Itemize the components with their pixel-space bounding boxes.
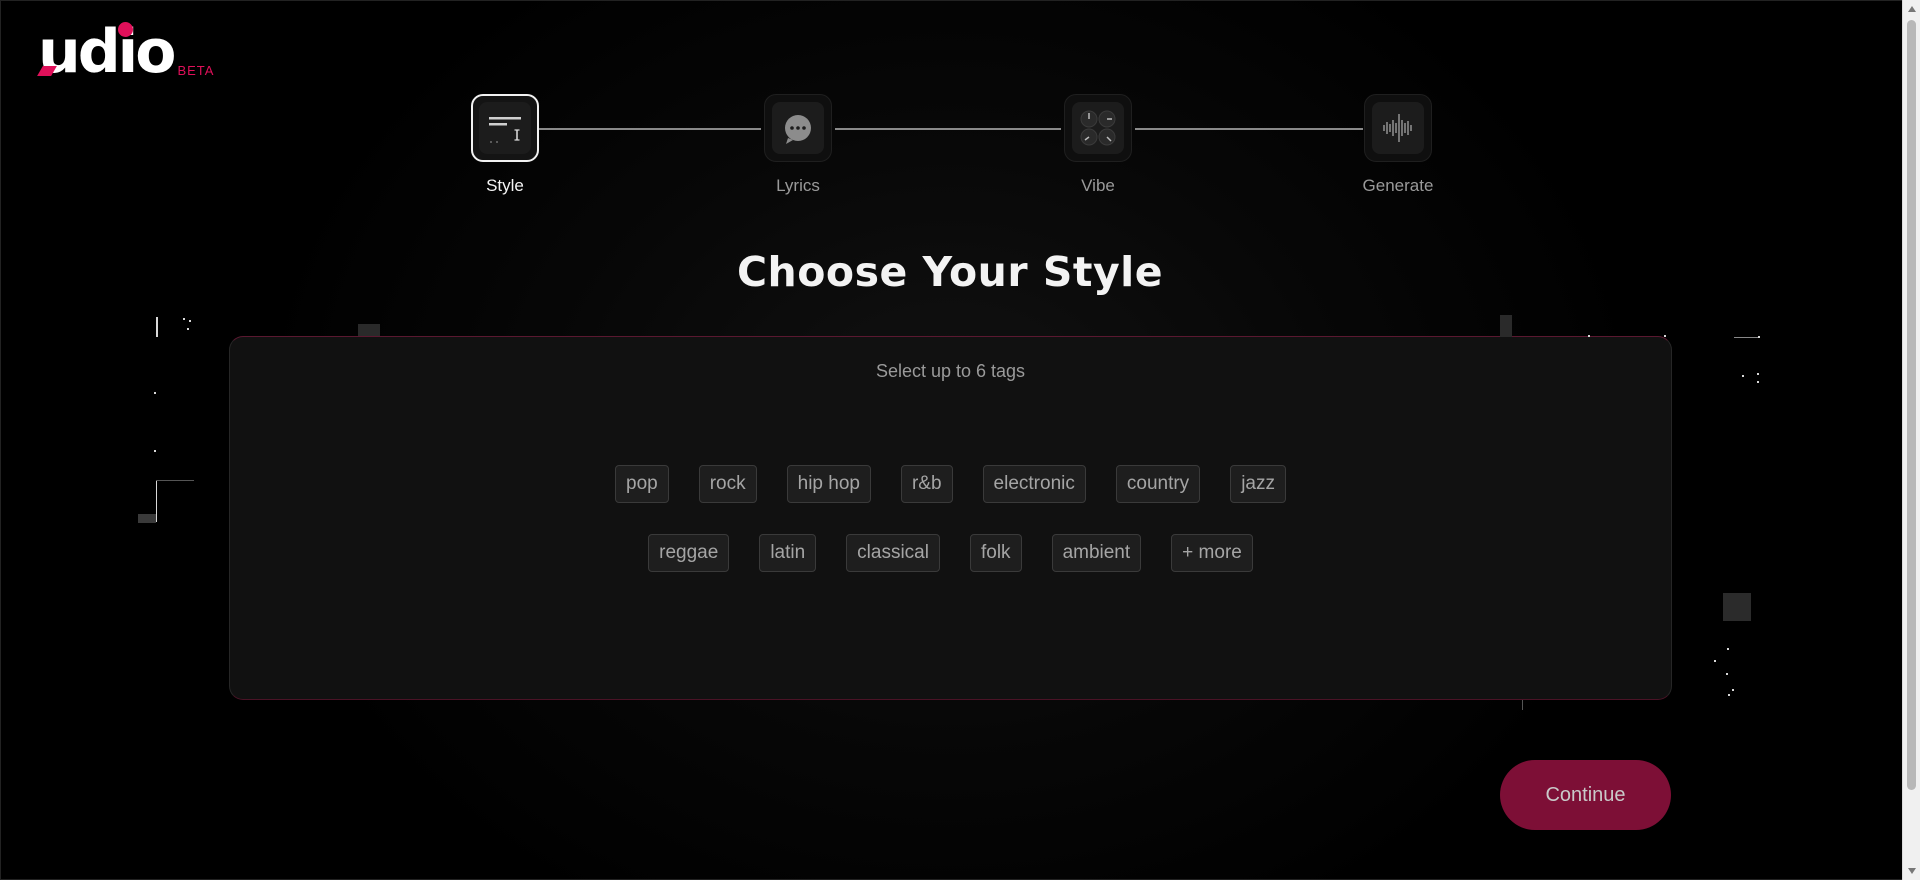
- tag-row-2: reggae latin classical folk ambient + mo…: [230, 534, 1671, 572]
- tag-ambient[interactable]: ambient: [1051, 534, 1142, 572]
- scroll-down-arrow-icon[interactable]: [1908, 868, 1916, 874]
- chat-bubble-icon: [772, 102, 824, 154]
- tag-pop[interactable]: pop: [615, 465, 669, 503]
- scroll-up-arrow-icon[interactable]: [1908, 6, 1916, 12]
- page-title: Choose Your Style: [736, 248, 1164, 296]
- step-style-tile[interactable]: [471, 94, 539, 162]
- step-lyrics-label: Lyrics: [776, 176, 820, 195]
- tag-latin[interactable]: latin: [759, 534, 817, 572]
- tag-country[interactable]: country: [1115, 465, 1201, 503]
- knobs-icon: [1072, 102, 1124, 154]
- tag-reggae[interactable]: reggae: [648, 534, 730, 572]
- tag-folk[interactable]: folk: [969, 534, 1022, 572]
- tag-classical[interactable]: classical: [846, 534, 940, 572]
- tag-hip-hop[interactable]: hip hop: [786, 465, 871, 503]
- text-lines-icon: [479, 102, 531, 154]
- step-lyrics-tile[interactable]: [764, 94, 832, 162]
- step-vibe-tile[interactable]: [1064, 94, 1132, 162]
- page-scrollbar[interactable]: [1902, 0, 1920, 880]
- step-generate-label: Generate: [1362, 176, 1434, 195]
- panel-instruction: Select up to 6 tags: [875, 361, 1026, 381]
- step-vibe[interactable]: Vibe: [1028, 94, 1168, 196]
- continue-button[interactable]: Continue: [1500, 760, 1671, 830]
- tag-rock[interactable]: rock: [698, 465, 757, 503]
- step-generate[interactable]: Generate: [1328, 94, 1468, 196]
- step-vibe-label: Vibe: [1081, 176, 1115, 195]
- step-lyrics[interactable]: Lyrics: [728, 94, 868, 196]
- tag-row-1: pop rock hip hop r&b electronic country …: [230, 465, 1671, 503]
- waveform-icon: [1372, 102, 1424, 154]
- step-style-label: Style: [486, 176, 524, 195]
- step-style[interactable]: Style: [435, 94, 575, 196]
- logo-wordmark: udio: [38, 17, 176, 87]
- scrollbar-thumb[interactable]: [1907, 20, 1916, 790]
- more-tags-button[interactable]: + more: [1171, 534, 1253, 572]
- beta-badge: BETA: [177, 63, 215, 78]
- tag-rnb[interactable]: r&b: [900, 465, 953, 503]
- step-progress: Style Lyrics Vibe Generate: [470, 94, 1433, 214]
- step-generate-tile[interactable]: [1364, 94, 1432, 162]
- tag-jazz[interactable]: jazz: [1230, 465, 1286, 503]
- logo-dot: [118, 22, 133, 37]
- logo[interactable]: udio BETA: [37, 22, 215, 82]
- style-tag-panel: Select up to 6 tags pop rock hip hop r&b…: [229, 336, 1672, 700]
- tag-electronic[interactable]: electronic: [982, 465, 1086, 503]
